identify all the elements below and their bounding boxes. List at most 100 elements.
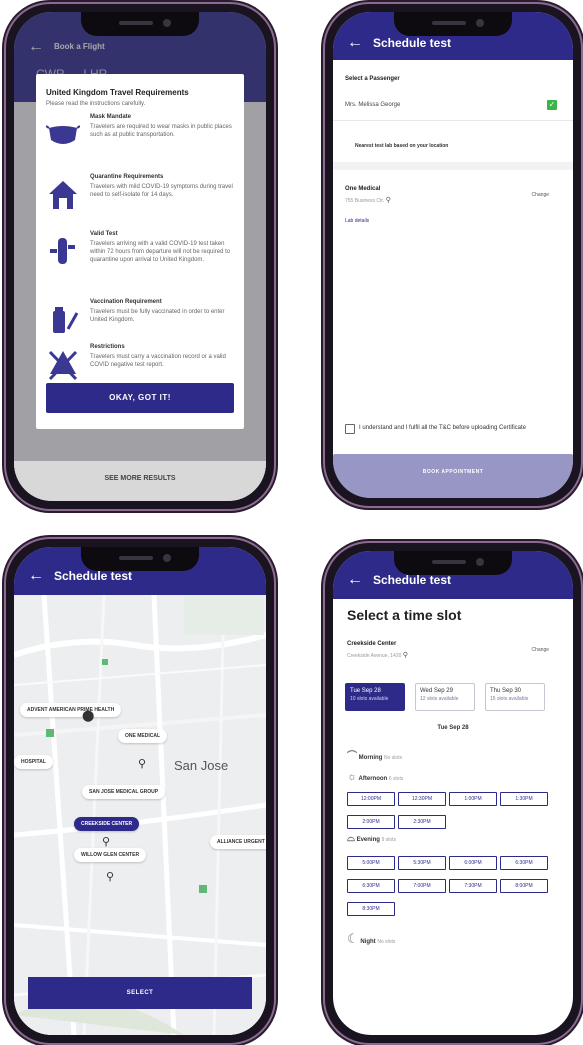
time-slot[interactable]: 8:30PM xyxy=(347,902,395,916)
consent-row[interactable]: I understand and I fulfil all the T&C be… xyxy=(345,424,561,454)
requirement-title: Mask Mandate xyxy=(90,114,132,120)
passenger-name: Mrs. Melissa George xyxy=(345,102,401,108)
center-address: Creekside Avenue, 1420 ⚲ xyxy=(347,652,408,659)
screen-1: ← Book a Flight CWR → LHR United Kingdom… xyxy=(14,12,266,501)
moon-icon: ☾ xyxy=(347,931,359,946)
screen-4: ← Schedule test Select a time slot Creek… xyxy=(333,551,573,1035)
evening-slots: 5:00PM 5:30PM 6:00PM 6:30PM6:30PM 7:00PM 7:30… xyxy=(347,851,565,920)
time-slot-heading: Select a time slot xyxy=(347,607,462,623)
city-label: San Jose xyxy=(174,758,229,773)
okay-got-it-button[interactable]: OKAY, GOT IT! xyxy=(46,383,234,413)
requirement-title: Valid Test xyxy=(90,231,118,237)
map-roads xyxy=(14,595,266,1035)
requirement-title: Restrictions xyxy=(90,344,125,350)
lab-address: 755 Business Ctr. ⚲ xyxy=(345,197,391,204)
app-bar-title: Schedule test xyxy=(373,36,452,50)
phone-4: ← Schedule test Select a time slot Creek… xyxy=(325,543,581,1043)
time-slot[interactable]: 12:30PM xyxy=(398,792,446,806)
passenger-row[interactable]: Mrs. Melissa George ✓ xyxy=(333,96,573,121)
app-bar-title: Schedule test xyxy=(54,569,133,583)
back-arrow-icon[interactable]: ← xyxy=(347,571,363,589)
vaccine-icon xyxy=(53,307,79,333)
screen-2: ← Schedule test Select a Passenger Mrs. … xyxy=(333,12,573,498)
location-pin-icon: ⚲ xyxy=(385,197,391,204)
lab-details-link[interactable]: Lab details xyxy=(345,218,369,224)
modal-title: United Kingdom Travel Requirements xyxy=(46,88,189,97)
center-row: Creekside Center Creekside Avenue, 1420 … xyxy=(333,641,573,671)
time-slot[interactable]: 6:30PM xyxy=(347,879,395,893)
time-slot[interactable]: 2:00PM xyxy=(347,815,395,829)
back-arrow-icon[interactable]: ← xyxy=(28,567,44,585)
phone-1: ← Book a Flight CWR → LHR United Kingdom… xyxy=(6,4,274,509)
time-slot[interactable]: 1:00PM xyxy=(449,792,497,806)
travel-requirements-modal: United Kingdom Travel Requirements Pleas… xyxy=(36,74,244,429)
see-more-results-button[interactable]: SEE MORE RESULTS xyxy=(14,461,266,501)
map-marker-label[interactable]: HOSPITAL xyxy=(14,755,53,769)
map-marker-label[interactable]: ONE MEDICAL xyxy=(118,729,167,743)
requirement-mask: Mask Mandate Travelers are required to w… xyxy=(46,114,234,174)
lab-name: One Medical xyxy=(345,186,381,192)
location-pin-icon[interactable]: ⚲ xyxy=(102,835,110,848)
selected-date-label: Tue Sep 28 xyxy=(437,725,469,731)
requirement-test: Valid Test Travelers arriving with a val… xyxy=(46,231,234,291)
requirement-title: Vaccination Requirement xyxy=(90,299,162,305)
location-pin-icon: ⚲ xyxy=(402,652,408,659)
requirement-desc: Travelers arriving with a valid COVID-19… xyxy=(90,241,231,263)
consent-text: I understand and I fulfil all the T&C be… xyxy=(359,425,526,431)
test-tube-icon xyxy=(50,238,75,264)
time-slot[interactable]: 1:30PM xyxy=(500,792,548,806)
time-slot[interactable]: 2:30PM xyxy=(398,815,446,829)
phone-2: ← Schedule test Select a Passenger Mrs. … xyxy=(325,4,581,506)
center-name: Creekside Center xyxy=(347,641,397,647)
select-button[interactable]: SELECT xyxy=(28,977,252,1009)
book-appointment-button[interactable]: BOOK APPOINTMENT xyxy=(333,454,573,498)
time-slot[interactable]: 7:00PM xyxy=(398,879,446,893)
time-slot[interactable]: 5:00PM xyxy=(347,856,395,870)
time-slot[interactable]: 6:30PM xyxy=(500,856,548,870)
requirement-desc: Travelers are required to wear masks in … xyxy=(90,124,232,138)
time-slot[interactable]: 8:00PM xyxy=(500,879,548,893)
sunrise-icon: ⌒ xyxy=(347,751,357,762)
morning-section: ⌒ Morning No slots xyxy=(347,751,403,762)
app-bar-title: Schedule test xyxy=(373,573,452,587)
change-lab-button[interactable]: Change xyxy=(531,192,549,198)
location-pin-icon[interactable]: ⚲ xyxy=(138,757,146,770)
map-marker-label[interactable]: ADVENT AMERICAN PRIME HEALTH xyxy=(20,703,122,717)
date-card-selected[interactable]: Tue Sep 28 10 slots available xyxy=(345,683,405,711)
requirement-desc: Travelers must carry a vaccination recor… xyxy=(90,354,226,368)
map-marker-label[interactable]: ALLIANCE URGENT CARE xyxy=(210,835,266,849)
time-slot[interactable]: 6:00PM xyxy=(449,856,497,870)
time-slot[interactable]: 5:30PM xyxy=(398,856,446,870)
passenger-checkbox[interactable]: ✓ xyxy=(547,100,557,110)
map-marker-label[interactable]: WILLOW GLEN CENTER xyxy=(74,848,147,862)
screen-3: ← Schedule test ADVENT AMERICAN PRIME HE… xyxy=(14,547,266,1035)
modal-subtitle: Please read the instructions carefully. xyxy=(46,101,146,107)
afternoon-section: ☼ Afternoon 6 slots xyxy=(347,771,404,783)
date-card[interactable]: Wed Sep 29 12 slots available xyxy=(415,683,475,711)
back-arrow-icon[interactable]: ← xyxy=(347,34,363,52)
nearest-lab-label: Nearest test lab based on your location xyxy=(355,143,449,149)
time-slot[interactable]: 12:00PM xyxy=(347,792,395,806)
consent-checkbox[interactable] xyxy=(345,424,355,434)
requirement-quarantine: Quarantine Requirements Travelers with m… xyxy=(46,174,234,234)
time-slot[interactable]: 7:30PM xyxy=(449,879,497,893)
requirement-desc: Travelers must be fully vaccinated in or… xyxy=(90,309,225,323)
date-card[interactable]: Thu Sep 30 15 slots available xyxy=(485,683,545,711)
sunset-icon: ⌓ xyxy=(347,833,355,844)
night-section: ☾ Night No slots xyxy=(347,931,396,946)
location-pin-icon[interactable]: ⬤ xyxy=(82,709,94,722)
select-passenger-label: Select a Passenger xyxy=(345,76,400,82)
requirement-desc: Travelers with mild COVID-19 symptoms du… xyxy=(90,184,233,198)
sun-icon: ☼ xyxy=(347,771,358,783)
location-pin-icon[interactable]: ⚲ xyxy=(106,870,114,883)
lab-card: One Medical 755 Business Ctr. ⚲ Change L… xyxy=(333,182,573,234)
date-selector: Tue Sep 28 10 slots available Wed Sep 29… xyxy=(345,683,561,713)
requirement-title: Quarantine Requirements xyxy=(90,174,164,180)
face-mask-icon xyxy=(46,125,80,144)
change-center-button[interactable]: Change xyxy=(531,647,549,653)
map-view[interactable]: ADVENT AMERICAN PRIME HEALTH ONE MEDICAL… xyxy=(14,595,266,1035)
map-marker-label-selected[interactable]: CREEKSIDE CENTER xyxy=(74,817,140,831)
map-marker-label[interactable]: SAN JOSE MEDICAL GROUP xyxy=(82,785,166,799)
restriction-icon xyxy=(48,350,78,381)
phone-3: ← Schedule test ADVENT AMERICAN PRIME HE… xyxy=(6,539,274,1043)
